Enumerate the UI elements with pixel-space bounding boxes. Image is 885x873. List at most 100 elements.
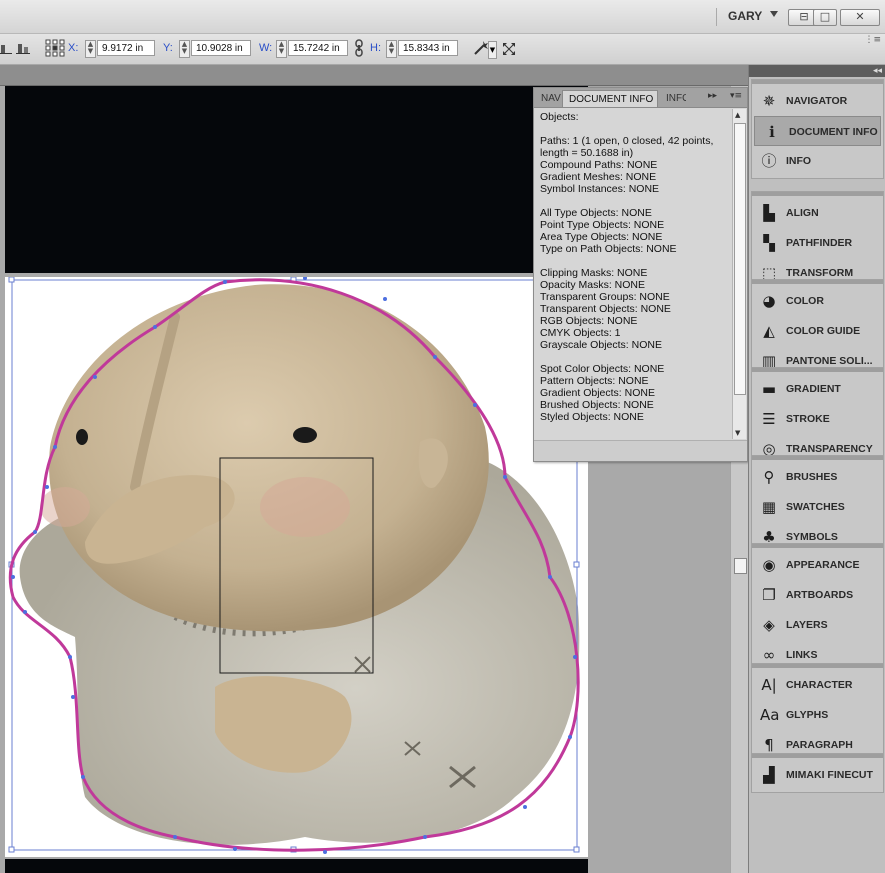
dock-item-stroke[interactable]: ☰ STROKE [752, 404, 883, 434]
maximize-button[interactable]: □ [813, 9, 837, 26]
collapse-dock-icon[interactable]: ◂◂ [873, 65, 882, 77]
expand-arrows-icon[interactable] [502, 42, 516, 56]
dock-item-label: COLOR [786, 295, 824, 307]
dock-item-layers[interactable]: ◈ LAYERS [752, 610, 883, 640]
document-info-icon: ℹ [769, 123, 775, 141]
character-icon: A| [761, 676, 777, 694]
dock-item-label: COLOR GUIDE [786, 325, 861, 337]
y-field[interactable]: 10.9028 in [191, 40, 251, 56]
glyphs-icon: Aa [760, 706, 780, 724]
dock-group: ◉ APPEARANCE ❐ ARTBOARDS ◈ LAYERS ∞ LINKS [751, 543, 884, 673]
layers-icon: ◈ [763, 616, 775, 634]
x-field[interactable]: 9.9172 in [97, 40, 155, 56]
tab-info[interactable]: INFO [660, 90, 686, 107]
dock-item-label: SYMBOLS [786, 531, 838, 543]
info-line: Point Type Objects: NONE [540, 219, 665, 231]
control-bar-menu-icon[interactable]: ⋮≡ [864, 35, 881, 45]
align-bottom-icon[interactable] [0, 41, 14, 55]
info-line: Clipping Masks: NONE [540, 267, 648, 279]
dock-item-label: MIMAKI FINECUT [786, 769, 873, 781]
dock-group-grip[interactable] [752, 280, 883, 284]
dock-item-label: ALIGN [786, 207, 819, 219]
info-line: Styled Objects: NONE [540, 411, 644, 423]
dock-item-label: CHARACTER [786, 679, 853, 691]
dock-group-grip[interactable] [752, 456, 883, 460]
dock-item-label: TRANSFORM [786, 267, 854, 279]
dock-item-artboards[interactable]: ❐ ARTBOARDS [752, 580, 883, 610]
y-label: Y: [163, 42, 173, 54]
document-info-content: Objects: Paths: 1 (1 open, 0 closed, 42 … [540, 111, 725, 423]
dock-group-grip[interactable] [752, 80, 883, 84]
info-line: Transparent Groups: NONE [540, 291, 670, 303]
w-field[interactable]: 15.7242 in [288, 40, 348, 56]
document-info-panel: NAV DOCUMENT INFO INFO ▸▸ ▾≡ Objects: Pa… [533, 87, 748, 462]
transform-options-chevron-down-icon[interactable]: ▼ [488, 41, 497, 59]
x-label: X: [68, 42, 79, 54]
close-button[interactable]: ✕ [840, 9, 880, 26]
scroll-thumb[interactable] [734, 558, 747, 574]
dock-group-grip[interactable] [752, 368, 883, 372]
dock-item-navigator[interactable]: ✵ NAVIGATOR [752, 86, 883, 116]
user-menu-chevron-down-icon[interactable] [770, 11, 778, 17]
dock-item-brushes[interactable]: ⚲ BRUSHES [752, 462, 883, 492]
dock-item-character[interactable]: A| CHARACTER [752, 670, 883, 700]
info-line: Brushed Objects: NONE [540, 399, 654, 411]
info-line: Gradient Meshes: NONE [540, 171, 657, 183]
dock-item-pathfinder[interactable]: ▚ PATHFINDER [752, 228, 883, 258]
placed-image[interactable] [5, 276, 588, 857]
tab-navigator[interactable]: NAV [535, 90, 562, 107]
tab-document-info[interactable]: DOCUMENT INFO [562, 90, 658, 107]
dock-item-label: INFO [786, 155, 812, 167]
y-stepper[interactable]: ▲ ▼ [179, 40, 190, 58]
paragraph-icon: ¶ [764, 736, 774, 754]
info-line: CMYK Objects: 1 [540, 327, 621, 339]
info-line: Pattern Objects: NONE [540, 375, 649, 387]
dock-item-appearance[interactable]: ◉ APPEARANCE [752, 550, 883, 580]
workspace-user-menu[interactable]: GARY [728, 9, 762, 23]
w-stepper[interactable]: ▲ ▼ [276, 40, 287, 58]
dock-item-color[interactable]: ◕ COLOR [752, 286, 883, 316]
dock-group-grip[interactable] [752, 754, 883, 758]
scroll-up-icon[interactable]: ▲ [735, 111, 740, 119]
info-line: All Type Objects: NONE [540, 207, 652, 219]
dock-item-label: BRUSHES [786, 471, 838, 483]
x-stepper[interactable]: ▲ ▼ [85, 40, 96, 58]
align-icon: ▙ [763, 204, 775, 222]
dock-group-grip[interactable] [752, 544, 883, 548]
info-line: Type on Path Objects: NONE [540, 243, 677, 255]
dock-item-mimaki-finecut[interactable]: ▟ MIMAKI FINECUT [752, 760, 883, 790]
dock-item-label: STROKE [786, 413, 830, 425]
panel-scroll-thumb[interactable] [734, 123, 746, 395]
dock-item-glyphs[interactable]: Aa GLYPHS [752, 700, 883, 730]
dock-item-swatches[interactable]: ▦ SWATCHES [752, 492, 883, 522]
dock-item-label: LAYERS [786, 619, 828, 631]
dock-group: A| CHARACTER Aa GLYPHS ¶ PARAGRAPH [751, 663, 884, 763]
panel-scrollbar[interactable]: ▲ ▼ [732, 109, 746, 439]
w-label: W: [259, 42, 273, 54]
dock-header: ◂◂ [749, 65, 885, 77]
more-tabs-icon[interactable]: ▸▸ [708, 91, 717, 101]
dock-item-label: PANTONE SOLI... [786, 355, 873, 367]
dock-item-align[interactable]: ▙ ALIGN [752, 198, 883, 228]
h-stepper[interactable]: ▲ ▼ [386, 40, 397, 58]
dock-item-label: SWATCHES [786, 501, 845, 513]
dock-item-document-info[interactable]: ℹ DOCUMENT INFO [754, 116, 881, 146]
dock-item-info[interactable]: ⓘ INFO [752, 146, 883, 176]
dock-group-grip[interactable] [752, 664, 883, 668]
constrain-proportions-link-icon[interactable] [352, 39, 366, 57]
info-line: Symbol Instances: NONE [540, 183, 660, 195]
info-line: Transparent Objects: NONE [540, 303, 671, 315]
dock-item-gradient[interactable]: ▬ GRADIENT [752, 374, 883, 404]
scroll-down-icon[interactable]: ▼ [735, 429, 740, 437]
application-title-bar: GARY ⊟ □ ✕ [0, 0, 885, 34]
dock-group: ⚲ BRUSHES ▦ SWATCHES ♣ SYMBOLS [751, 455, 884, 555]
reference-point-icon[interactable] [45, 39, 65, 57]
navigator-icon: ✵ [762, 92, 776, 110]
dock-item-color-guide[interactable]: ◭ COLOR GUIDE [752, 316, 883, 346]
panel-footer [534, 440, 747, 461]
dock-group-grip[interactable] [752, 192, 883, 196]
panel-menu-icon[interactable]: ▾≡ [730, 91, 742, 101]
distribute-icon[interactable] [16, 41, 30, 55]
info-line: Paths: 1 (1 open, 0 closed, 42 points, l… [540, 135, 714, 159]
h-field[interactable]: 15.8343 in [398, 40, 458, 56]
